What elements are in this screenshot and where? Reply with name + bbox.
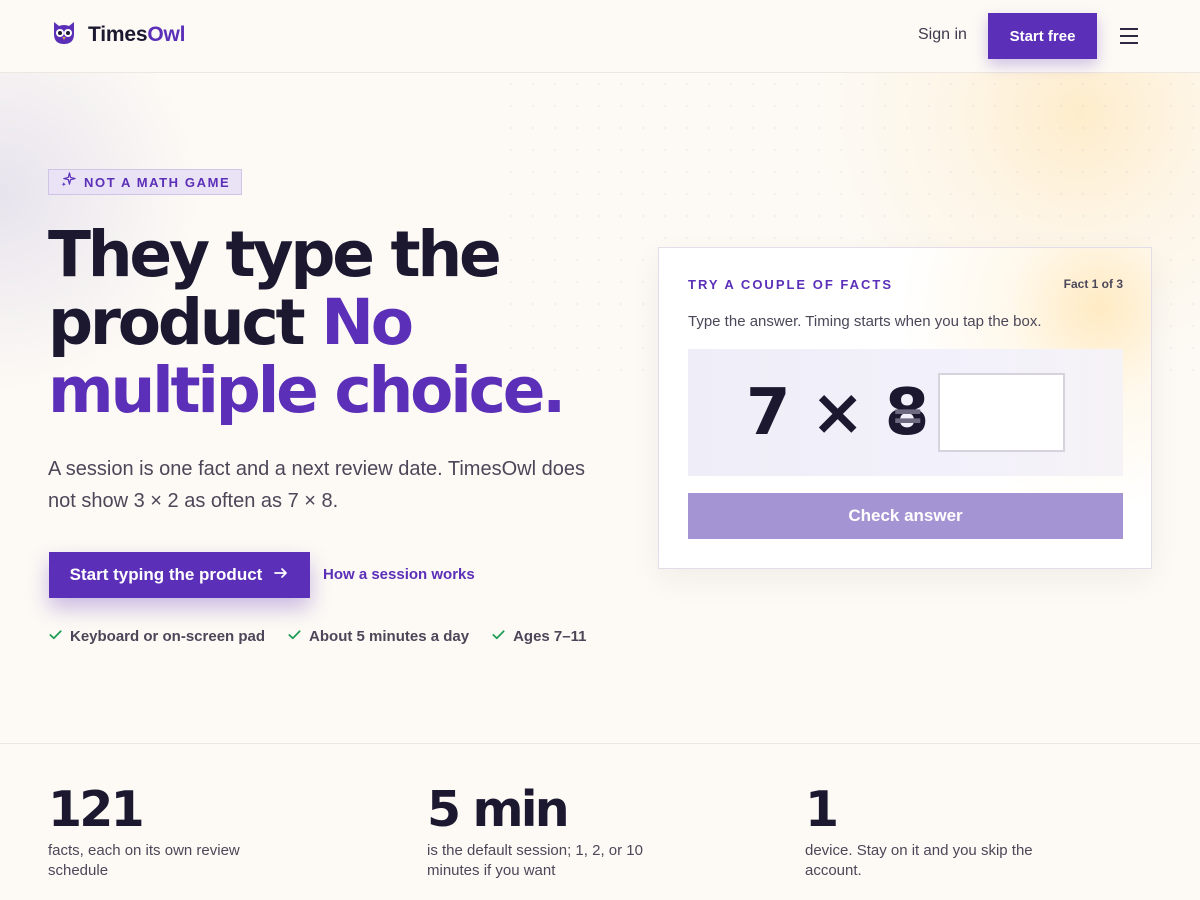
stat-value: 121 bbox=[48, 781, 145, 838]
how-session-works-link[interactable]: How a session works bbox=[323, 566, 475, 583]
start-typing-button-label: Start typing the product bbox=[69, 565, 263, 584]
check-item-label: About 5 minutes a day bbox=[309, 628, 470, 645]
hero-section: NOT A MATH GAME They type the product No… bbox=[0, 73, 1200, 744]
stat-facts: 121 facts, each on its own review schedu… bbox=[48, 780, 288, 881]
logo-text-owl: Owl bbox=[147, 22, 186, 46]
hamburger-menu-icon[interactable] bbox=[1120, 28, 1138, 44]
stat-label: device. Stay on it and you skip the acco… bbox=[805, 842, 1033, 879]
owl-icon bbox=[50, 18, 78, 51]
checkmark-icon bbox=[287, 627, 309, 646]
checkmark-icon bbox=[491, 627, 513, 646]
sign-in-link[interactable]: Sign in bbox=[918, 26, 967, 44]
stat-label: is the default session; 1, 2, or 10 minu… bbox=[427, 842, 643, 879]
stats-section: 121 facts, each on its own review schedu… bbox=[0, 743, 1200, 900]
sparkle-icon bbox=[61, 172, 76, 192]
start-typing-button[interactable]: Start typing the product bbox=[49, 552, 310, 598]
checkmark-icon bbox=[48, 627, 70, 646]
logo[interactable]: TimesOwl bbox=[50, 18, 185, 51]
answer-input[interactable] bbox=[938, 373, 1065, 452]
headline-line-1: They type the bbox=[48, 218, 502, 291]
fact-counter: Fact 1 of 3 bbox=[1063, 277, 1123, 291]
demo-card: TRY A COUPLE OF FACTS Fact 1 of 3 Type t… bbox=[658, 247, 1152, 569]
start-free-button[interactable]: Start free bbox=[988, 13, 1097, 59]
check-item: Ages 7–11 bbox=[491, 627, 586, 646]
equals-sign: = bbox=[891, 393, 925, 439]
stat-value: 5 min bbox=[427, 781, 570, 838]
badge-label: NOT A MATH GAME bbox=[84, 174, 231, 190]
check-item-label: Keyboard or on-screen pad bbox=[70, 628, 266, 645]
stat-value: 1 bbox=[805, 781, 839, 838]
arrow-right-icon bbox=[262, 565, 289, 586]
headline-emphasis-no: No bbox=[321, 286, 414, 359]
check-item: Keyboard or on-screen pad bbox=[48, 627, 265, 646]
hero-lead-text: A session is one fact and a next review … bbox=[48, 458, 585, 512]
demo-eyebrow: TRY A COUPLE OF FACTS bbox=[688, 277, 893, 292]
hero-headline: They type the product No multiple choice… bbox=[48, 221, 608, 425]
stat-session-length: 5 min is the default session; 1, 2, or 1… bbox=[427, 780, 657, 881]
demo-instructions: Type the answer. Timing starts when you … bbox=[688, 313, 1042, 330]
problem-panel: 7 × 8 = bbox=[688, 349, 1123, 476]
feature-checklist: Keyboard or on-screen pad About 5 minute… bbox=[48, 627, 608, 646]
check-item: About 5 minutes a day bbox=[287, 627, 469, 646]
hero-badge: NOT A MATH GAME bbox=[48, 169, 242, 195]
site-header: TimesOwl Sign in Start free bbox=[0, 0, 1200, 73]
logo-wordmark: TimesOwl bbox=[88, 23, 185, 47]
logo-text-times: Times bbox=[88, 22, 148, 46]
stat-device: 1 device. Stay on it and you skip the ac… bbox=[805, 780, 1055, 881]
headline-line-3: multiple choice. bbox=[48, 354, 566, 427]
headline-line-2: product bbox=[48, 286, 322, 359]
stat-label: facts, each on its own review schedule bbox=[48, 842, 240, 879]
check-item-label: Ages 7–11 bbox=[513, 628, 587, 645]
check-answer-button[interactable]: Check answer bbox=[688, 493, 1123, 539]
